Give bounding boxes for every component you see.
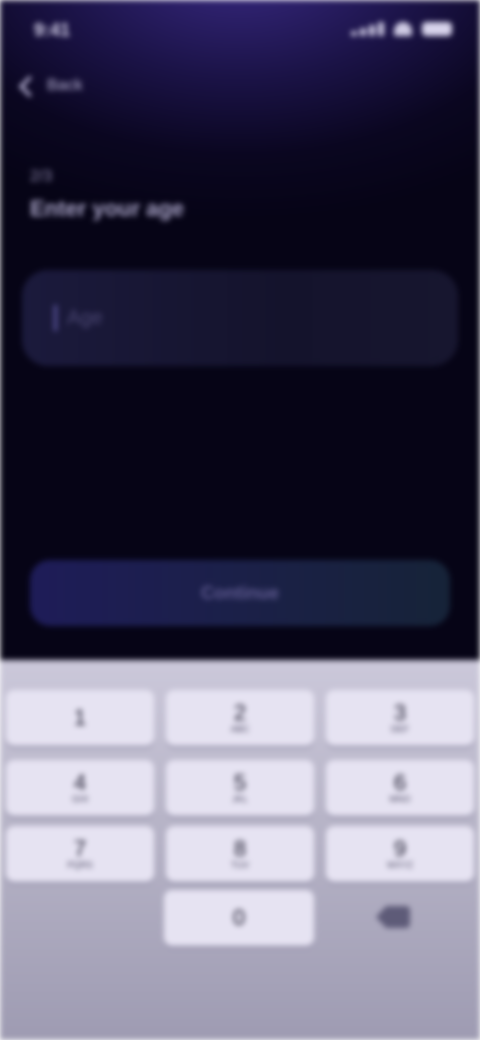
key-digit: 5	[233, 769, 247, 795]
key-label: 4 GHI	[71, 769, 88, 805]
key-9[interactable]: 9 WXYZ	[326, 826, 474, 882]
key-label: 1	[73, 704, 87, 730]
battery-icon	[422, 22, 452, 36]
key-label: 7 PQRS	[67, 835, 93, 871]
key-digit: 2	[233, 699, 247, 725]
key-label: 6 MNO	[389, 769, 411, 805]
age-input-field[interactable]	[22, 270, 458, 366]
key-digit: 6	[393, 769, 407, 795]
key-letters: GHI	[71, 794, 88, 805]
key-digit: 1	[73, 704, 87, 730]
key-7[interactable]: 7 PQRS	[6, 826, 154, 882]
back-button[interactable]: Back	[18, 70, 112, 102]
onboarding-screen: 9:41 Back 2/3 Enter your age Continue 1 2…	[0, 0, 480, 1040]
key-0[interactable]: 0	[164, 890, 314, 946]
key-1[interactable]: 1	[6, 690, 154, 746]
keyboard-row: 4 GHI 5 JKL 6 MNO	[6, 760, 474, 820]
key-letters: WXYZ	[387, 860, 413, 871]
back-label: Back	[47, 77, 83, 94]
key-digit: 3	[393, 699, 407, 725]
age-input[interactable]	[65, 305, 409, 331]
key-4[interactable]: 4 GHI	[6, 760, 154, 816]
key-label: 5 JKL	[232, 769, 248, 805]
key-label: 3 DEF	[391, 699, 409, 735]
key-letters: MNO	[389, 794, 411, 805]
key-digit: 9	[393, 835, 407, 861]
key-3[interactable]: 3 DEF	[326, 690, 474, 746]
key-label: 8 TUV	[231, 835, 249, 871]
key-8[interactable]: 8 TUV	[166, 826, 314, 882]
backspace-key[interactable]	[368, 902, 418, 932]
key-digit: 4	[73, 769, 87, 795]
key-digit: 7	[73, 835, 87, 861]
key-label: 2 ABC	[230, 699, 250, 735]
key-letters: PQRS	[67, 860, 93, 871]
keyboard-row: 1 2 ABC 3 DEF	[6, 690, 474, 750]
status-time: 9:41	[34, 20, 71, 40]
key-letters: ABC	[230, 724, 250, 735]
wifi-icon	[394, 22, 412, 36]
status-bar: 9:41	[0, 0, 480, 60]
key-2[interactable]: 2 ABC	[166, 690, 314, 746]
key-letters: JKL	[232, 794, 248, 805]
backspace-icon	[376, 906, 410, 928]
key-label: 9 WXYZ	[387, 835, 413, 871]
key-digit: 8	[233, 835, 247, 861]
key-letters: DEF	[391, 724, 409, 735]
key-letters: TUV	[231, 860, 249, 871]
continue-button[interactable]: Continue	[30, 560, 450, 626]
chevron-left-icon	[18, 75, 41, 97]
status-icons	[351, 22, 452, 36]
step-indicator: 2/3	[30, 168, 53, 185]
keyboard-row: 7 PQRS 8 TUV 9 WXYZ	[6, 826, 474, 886]
text-caret	[54, 305, 57, 331]
key-5[interactable]: 5 JKL	[166, 760, 314, 816]
key-6[interactable]: 6 MNO	[326, 760, 474, 816]
signal-icon	[351, 22, 384, 36]
page-title: Enter your age	[30, 196, 185, 221]
keyboard-last-row: 0	[0, 890, 480, 950]
